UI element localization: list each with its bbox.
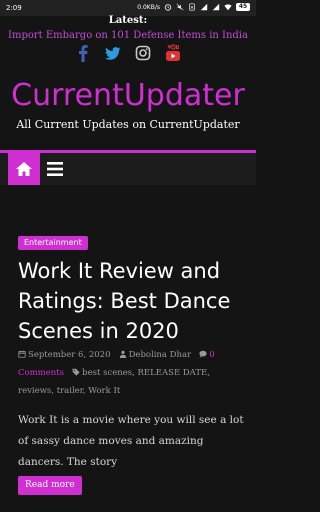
- site-tagline: All Current Updates on CurrentUpdater: [16, 118, 240, 131]
- youtube-icon[interactable]: [165, 44, 181, 62]
- post-author[interactable]: Debolina Dhar: [129, 350, 192, 360]
- wifi-icon: [224, 4, 232, 11]
- comments-link[interactable]: Comments: [18, 368, 64, 378]
- article-title[interactable]: Work It Review and Ratings: Best Dance S…: [18, 256, 244, 346]
- post-date[interactable]: September 6, 2020: [28, 350, 110, 360]
- facebook-icon[interactable]: [75, 44, 91, 62]
- latest-label: Latest:: [108, 15, 148, 26]
- sim-x-icon: [189, 3, 195, 11]
- status-bar: 2:09 0.0KB/s 45: [0, 0, 256, 16]
- site-title[interactable]: CurrentUpdater: [0, 78, 256, 113]
- tag-link[interactable]: RELEASE DATE: [138, 368, 208, 378]
- tag-link[interactable]: trailer: [57, 386, 83, 396]
- tags-icon: [72, 368, 80, 376]
- network-speed: 0.0KB/s: [137, 3, 160, 11]
- latest-headline-link[interactable]: Import Embargo on 101 Defense Items in I…: [0, 30, 256, 41]
- status-time: 2:09: [6, 4, 22, 12]
- article-excerpt: Work It is a movie where you will see a …: [18, 414, 244, 468]
- mute-icon: [176, 3, 184, 11]
- comments-count[interactable]: 0: [209, 350, 214, 360]
- calendar-icon: [18, 350, 26, 358]
- comment-icon: [199, 350, 207, 358]
- hamburger-menu-icon[interactable]: [46, 160, 64, 178]
- signal-icon: [200, 3, 208, 11]
- main-navigation: [0, 150, 256, 185]
- read-more-button[interactable]: Read more: [18, 476, 82, 495]
- author-icon: [119, 350, 126, 358]
- article-meta: September 6, 2020 Debolina Dhar 0 Commen…: [18, 350, 215, 396]
- tag-link[interactable]: Work It: [88, 386, 120, 396]
- home-icon: [16, 162, 32, 176]
- signal-icon-2: [212, 3, 220, 11]
- twitter-icon[interactable]: [105, 44, 121, 62]
- alarm-icon: [164, 4, 172, 11]
- tag-link[interactable]: reviews: [18, 386, 51, 396]
- home-button[interactable]: [8, 153, 40, 185]
- battery-icon: 45: [236, 3, 250, 11]
- tag-link[interactable]: best scenes: [82, 368, 132, 378]
- social-links: [0, 44, 256, 62]
- category-badge[interactable]: Entertainment: [18, 236, 88, 250]
- status-icons: 0.0KB/s 45: [137, 3, 250, 11]
- instagram-icon[interactable]: [135, 44, 151, 62]
